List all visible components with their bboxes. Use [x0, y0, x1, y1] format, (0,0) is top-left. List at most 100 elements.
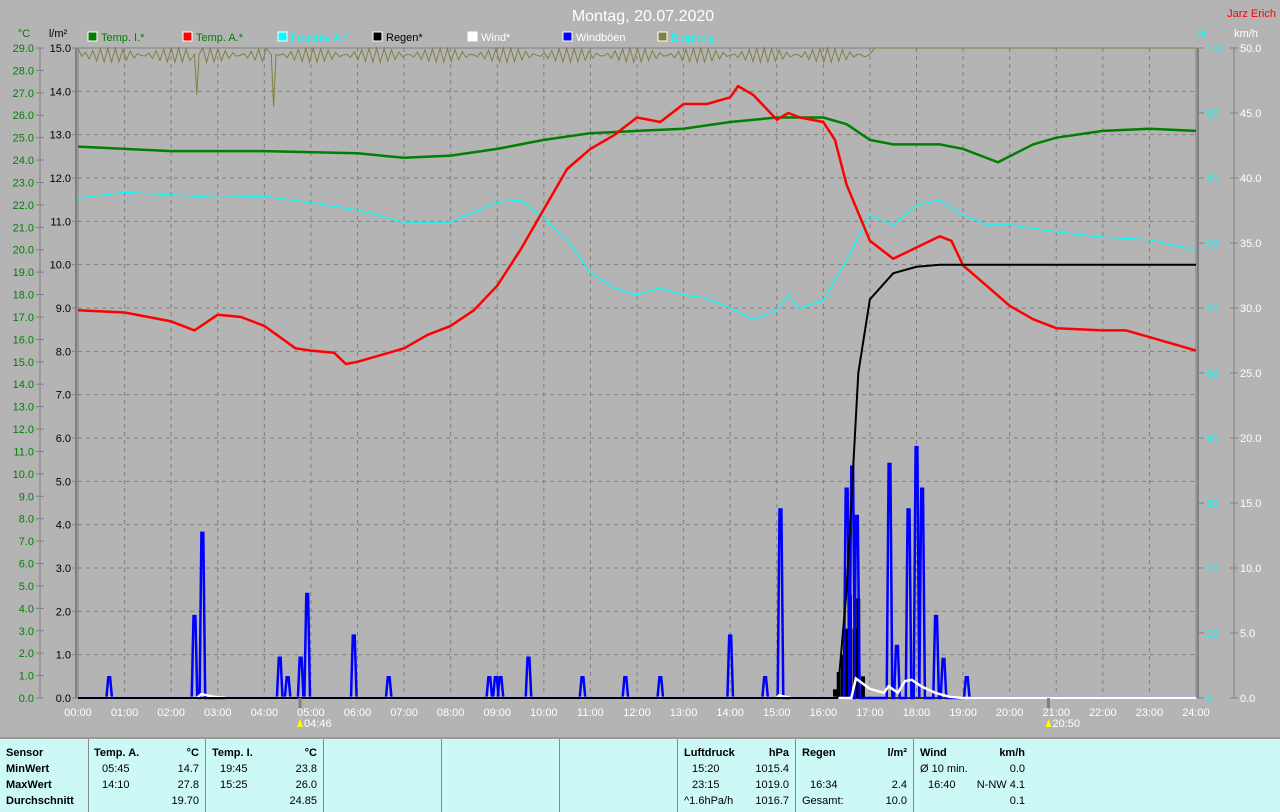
min-value: 14.7: [177, 763, 199, 775]
sunrise-icon: [297, 719, 304, 727]
stats-col-sensor: Sensor MinWert MaxWert Durchschnitt: [0, 739, 89, 812]
row-label-min: MinWert: [6, 763, 50, 775]
max-time: 16:34: [810, 779, 838, 791]
temp-tick-label: 5.0: [19, 581, 34, 593]
avg-value: 1016.7: [755, 795, 789, 807]
x-tick-label: 01:00: [111, 707, 139, 719]
min-value: 1015.4: [755, 763, 789, 775]
temp-tick-label: 9.0: [19, 491, 34, 503]
avg-value: 24.85: [289, 795, 317, 807]
wind-axis-unit: km/h: [1234, 28, 1258, 40]
sunrise-icon-time: 04:46: [304, 718, 332, 730]
row-label-max: MaxWert: [6, 779, 52, 791]
temp-tick-label: 4.0: [19, 603, 34, 615]
humidity-tick-label: 90: [1206, 108, 1218, 120]
max-value: 27.8: [177, 779, 199, 791]
temp-tick-label: 21.0: [13, 222, 34, 234]
chart-title: Montag, 20.07.2020: [572, 8, 714, 25]
legend-label: Temp. A.*: [196, 32, 244, 44]
legend-label: Temp. I.*: [101, 32, 145, 44]
x-tick-label: 17:00: [856, 707, 884, 719]
legend-swatch: [87, 31, 98, 42]
legend-swatch: [182, 31, 193, 42]
legend-label: Wind*: [481, 32, 511, 44]
temp-tick-label: 1.0: [19, 671, 34, 683]
x-tick-label: 03:00: [204, 707, 232, 719]
legend-swatch: [277, 31, 288, 42]
temp-tick-label: 24.0: [13, 155, 34, 167]
avg-value: 0.1: [1009, 795, 1025, 807]
stats-col-pressure: Luftdruck hPa 15:20 1015.4 23:15 1019.0 ^1.…: [678, 739, 796, 812]
weather-chart: Montag, 20.07.2020 Jarz Erich °C l/m² % …: [13, 8, 1276, 730]
rain-tick-label: 5.0: [56, 476, 71, 488]
temp-tick-label: 13.0: [13, 402, 34, 414]
wind-tick-label: 45.0: [1240, 108, 1261, 120]
stats-table: Sensor MinWert MaxWert Durchschnitt Temp…: [0, 737, 1280, 812]
series-windboeen-line: [78, 445, 1196, 700]
temp-axis-unit: °C: [18, 28, 30, 40]
temp-tick-label: 7.0: [19, 536, 34, 548]
humidity-tick-label: 50: [1206, 368, 1218, 380]
avg10-label: Ø 10 min.: [920, 763, 968, 775]
humidity-tick-label: 80: [1206, 173, 1218, 185]
total-value: 10.0: [885, 795, 907, 807]
humidity-tick-label: 20: [1206, 563, 1218, 575]
rain-axis-unit: l/m²: [49, 28, 68, 40]
min-time: 05:45: [102, 763, 130, 775]
rain-tick-label: 4.0: [56, 520, 71, 532]
wind-tick-label: 30.0: [1240, 303, 1261, 315]
temp-tick-label: 17.0: [13, 312, 34, 324]
temp-tick-label: 20.0: [13, 245, 34, 257]
rain-tick-label: 0.0: [56, 693, 71, 705]
total-label: Gesamt:: [802, 795, 844, 807]
x-tick-label: 13:00: [670, 707, 698, 719]
x-tick-label: 11:00: [577, 707, 604, 719]
wind-tick-label: 20.0: [1240, 433, 1261, 445]
temp-tick-label: 3.0: [19, 626, 34, 638]
rain-tick-label: 10.0: [50, 260, 71, 272]
stats-col-empty: [560, 739, 678, 812]
x-tick-label: 07:00: [390, 707, 418, 719]
rain-tick-label: 8.0: [56, 346, 71, 358]
min-value: 23.8: [295, 763, 317, 775]
unit: °C: [186, 747, 199, 759]
stats-col-empty: [442, 739, 560, 812]
humidity-axis-unit: %: [1196, 28, 1206, 40]
rain-tick-label: 3.0: [56, 563, 71, 575]
unit: l/m²: [887, 747, 907, 759]
legend-label: Empfang: [671, 32, 715, 44]
x-tick-label: 08:00: [437, 707, 465, 719]
unit: km/h: [999, 747, 1025, 759]
legend-swatch: [657, 31, 668, 42]
temp-tick-label: 19.0: [13, 267, 34, 279]
temp-tick-label: 10.0: [13, 469, 34, 481]
header: Temp. A.: [94, 747, 140, 759]
author-label: Jarz Erich: [1227, 8, 1276, 20]
rain-tick-label: 13.0: [50, 130, 71, 142]
temp-tick-label: 11.0: [13, 446, 34, 458]
humidity-tick-label: 30: [1206, 498, 1218, 510]
stats-header: Sensor: [6, 747, 44, 759]
x-tick-label: 04:00: [251, 707, 279, 719]
max-value: N-NW 4.1: [976, 779, 1025, 791]
header: Wind: [920, 747, 947, 759]
temp-tick-label: 27.0: [13, 88, 34, 100]
wind-tick-label: 25.0: [1240, 368, 1261, 380]
rain-tick-label: 7.0: [56, 390, 71, 402]
max-time: 16:40: [928, 779, 956, 791]
x-tick-label: 24:00: [1182, 707, 1210, 719]
x-tick-label: 23:00: [1136, 707, 1164, 719]
x-tick-label: 16:00: [810, 707, 838, 719]
trend-label: ^1.6hPa/h: [684, 795, 734, 807]
rain-tick-label: 12.0: [50, 173, 71, 185]
temp-tick-label: 14.0: [13, 379, 34, 391]
wind-tick-label: 50.0: [1240, 43, 1261, 55]
rain-bar: [832, 689, 837, 698]
sunset-icon: [1045, 719, 1052, 727]
x-tick-label: 00:00: [64, 707, 92, 719]
humidity-tick-label: 40: [1206, 433, 1218, 445]
stats-col-temp-a: Temp. A. °C 05:45 14.7 14:10 27.8 19.70: [88, 739, 206, 812]
max-time: 23:15: [692, 779, 720, 791]
legend-swatch: [372, 31, 383, 42]
temp-tick-label: 8.0: [19, 514, 34, 526]
